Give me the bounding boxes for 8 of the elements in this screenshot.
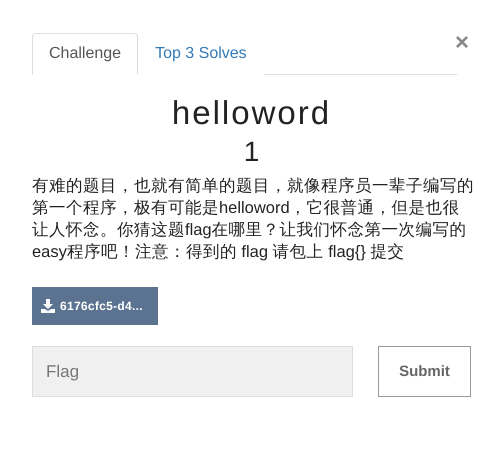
- close-button[interactable]: ×: [452, 31, 471, 55]
- tab[interactable]: Challenge: [32, 33, 138, 75]
- flag-field[interactable]: Flag: [32, 346, 353, 397]
- download-button[interactable]: 6176cfc5-d4...: [32, 287, 158, 325]
- challenge-points: 1: [242, 135, 260, 169]
- challenge-name: helloword: [170, 93, 332, 133]
- submit-button[interactable]: Submit: [378, 346, 471, 397]
- challenge-description: 有难的题目，也就有简单的题目，就像程序员一辈子编写的第一个程序，极有可能是helloword，它很普通，但是也很让人怀念。你猜这题flag在哪里？让我们怀念第一次编写的easy程序吧！注意：得到的 flag 请包上 flag{} 提交: [32, 176, 474, 263]
